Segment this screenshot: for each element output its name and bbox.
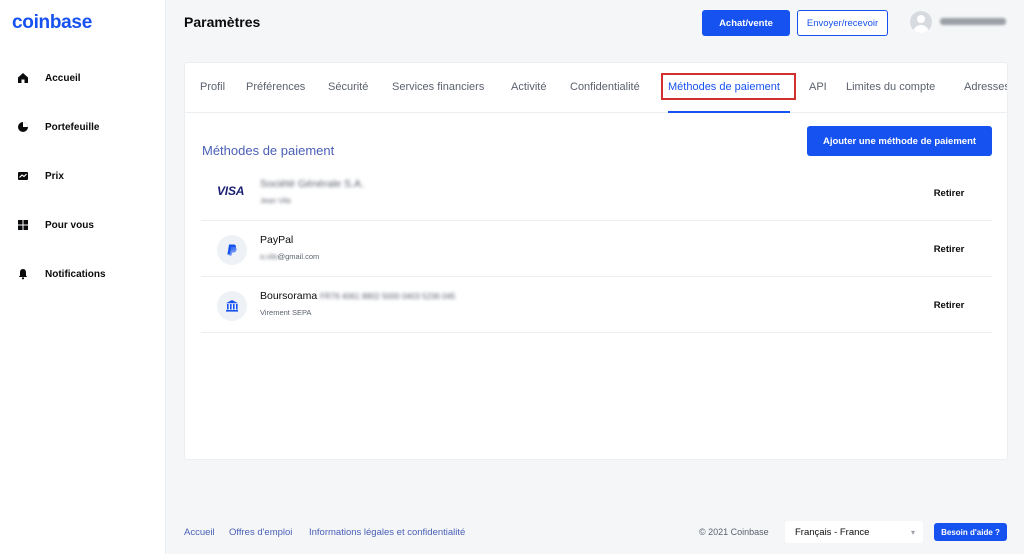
buy-sell-button[interactable]: Achat/vente (702, 10, 790, 36)
section-title: Méthodes de paiement (202, 143, 335, 158)
tab-activite[interactable]: Activité (511, 81, 546, 93)
tab-services-financiers[interactable]: Services financiers (392, 81, 484, 93)
highlight-box (661, 73, 796, 100)
chevron-down-icon: ▾ (910, 527, 915, 537)
payment-method-title: Boursorama FR76 4061 8802 5000 0403 5236… (260, 290, 455, 302)
add-payment-method-button[interactable]: Ajouter une méthode de paiement (807, 126, 992, 156)
help-button[interactable]: Besoin d'aide ? (934, 523, 1007, 541)
bank-icon (217, 291, 247, 321)
settings-tabs: Profil Préférences Sécurité Services fin… (185, 63, 1007, 113)
grid-icon (14, 216, 32, 234)
payment-method-row: PayPal a.vila@gmail.com Retirer (201, 221, 992, 277)
payment-method-row: Boursorama FR76 4061 8802 5000 0403 5236… (201, 277, 992, 333)
paypal-icon (217, 235, 247, 265)
copyright: © 2021 Coinbase (699, 527, 769, 537)
blurred-email-prefix: a.vila (260, 252, 278, 261)
user-name-blurred[interactable] (940, 18, 1006, 25)
sidebar-item-portefeuille[interactable]: Portefeuille (14, 117, 99, 137)
active-tab-indicator (668, 111, 790, 113)
bank-name: Boursorama (260, 290, 318, 302)
tab-securite[interactable]: Sécurité (328, 81, 368, 93)
settings-card: Profil Préférences Sécurité Services fin… (184, 62, 1008, 460)
chart-icon (14, 167, 32, 185)
payment-method-subtitle: Virement SEPA (260, 308, 312, 317)
sidebar-item-label: Portefeuille (45, 121, 100, 133)
tab-confidentialite[interactable]: Confidentialité (570, 81, 640, 93)
payment-method-title: PayPal (260, 234, 294, 246)
payment-method-subtitle: Jean Vila (260, 196, 291, 205)
coinbase-logo[interactable]: coinbase (12, 12, 92, 34)
sidebar-item-label: Prix (45, 170, 64, 182)
sidebar: coinbase Accueil Portefeuille Prix Pour … (0, 0, 166, 554)
remove-button[interactable]: Retirer (921, 235, 977, 263)
payment-method-title: Société Générale S.A. (260, 178, 364, 190)
footer-link-accueil[interactable]: Accueil (184, 527, 215, 538)
tab-profil[interactable]: Profil (200, 81, 225, 93)
sidebar-item-pour-vous[interactable]: Pour vous (14, 215, 94, 235)
remove-button[interactable]: Retirer (921, 179, 977, 207)
payment-method-row: VISA Société Générale S.A. Jean Vila Ret… (201, 165, 992, 221)
sidebar-item-label: Pour vous (45, 219, 94, 231)
tab-limites-du-compte[interactable]: Limites du compte (846, 81, 935, 93)
language-select[interactable]: Français - France ▾ (785, 521, 923, 543)
avatar[interactable] (910, 11, 932, 33)
sidebar-item-prix[interactable]: Prix (14, 166, 64, 186)
pie-chart-icon (14, 118, 32, 136)
tab-adresses[interactable]: Adresses (964, 81, 1007, 93)
bell-icon (14, 265, 32, 283)
remove-button[interactable]: Retirer (921, 291, 977, 319)
sidebar-item-notifications[interactable]: Notifications (14, 264, 106, 284)
tab-preferences[interactable]: Préférences (246, 81, 305, 93)
send-receive-button[interactable]: Envoyer/recevoir (797, 10, 888, 36)
blurred-iban: FR76 4061 8802 5000 0403 5236 045 (320, 292, 456, 301)
home-icon (14, 69, 32, 87)
tab-api[interactable]: API (809, 81, 827, 93)
footer-link-legal[interactable]: Informations légales et confidentialité (309, 527, 465, 538)
footer-link-offres-emploi[interactable]: Offres d'emploi (229, 527, 292, 538)
visa-logo: VISA (217, 184, 245, 198)
sidebar-item-label: Accueil (45, 72, 81, 84)
page-title: Paramètres (184, 14, 261, 30)
sidebar-item-accueil[interactable]: Accueil (14, 68, 81, 88)
sidebar-item-label: Notifications (45, 268, 106, 280)
language-value: Français - France (795, 526, 870, 538)
user-icon (917, 15, 925, 23)
email-domain: @gmail.com (277, 252, 320, 261)
payment-method-subtitle: a.vila@gmail.com (260, 252, 319, 261)
